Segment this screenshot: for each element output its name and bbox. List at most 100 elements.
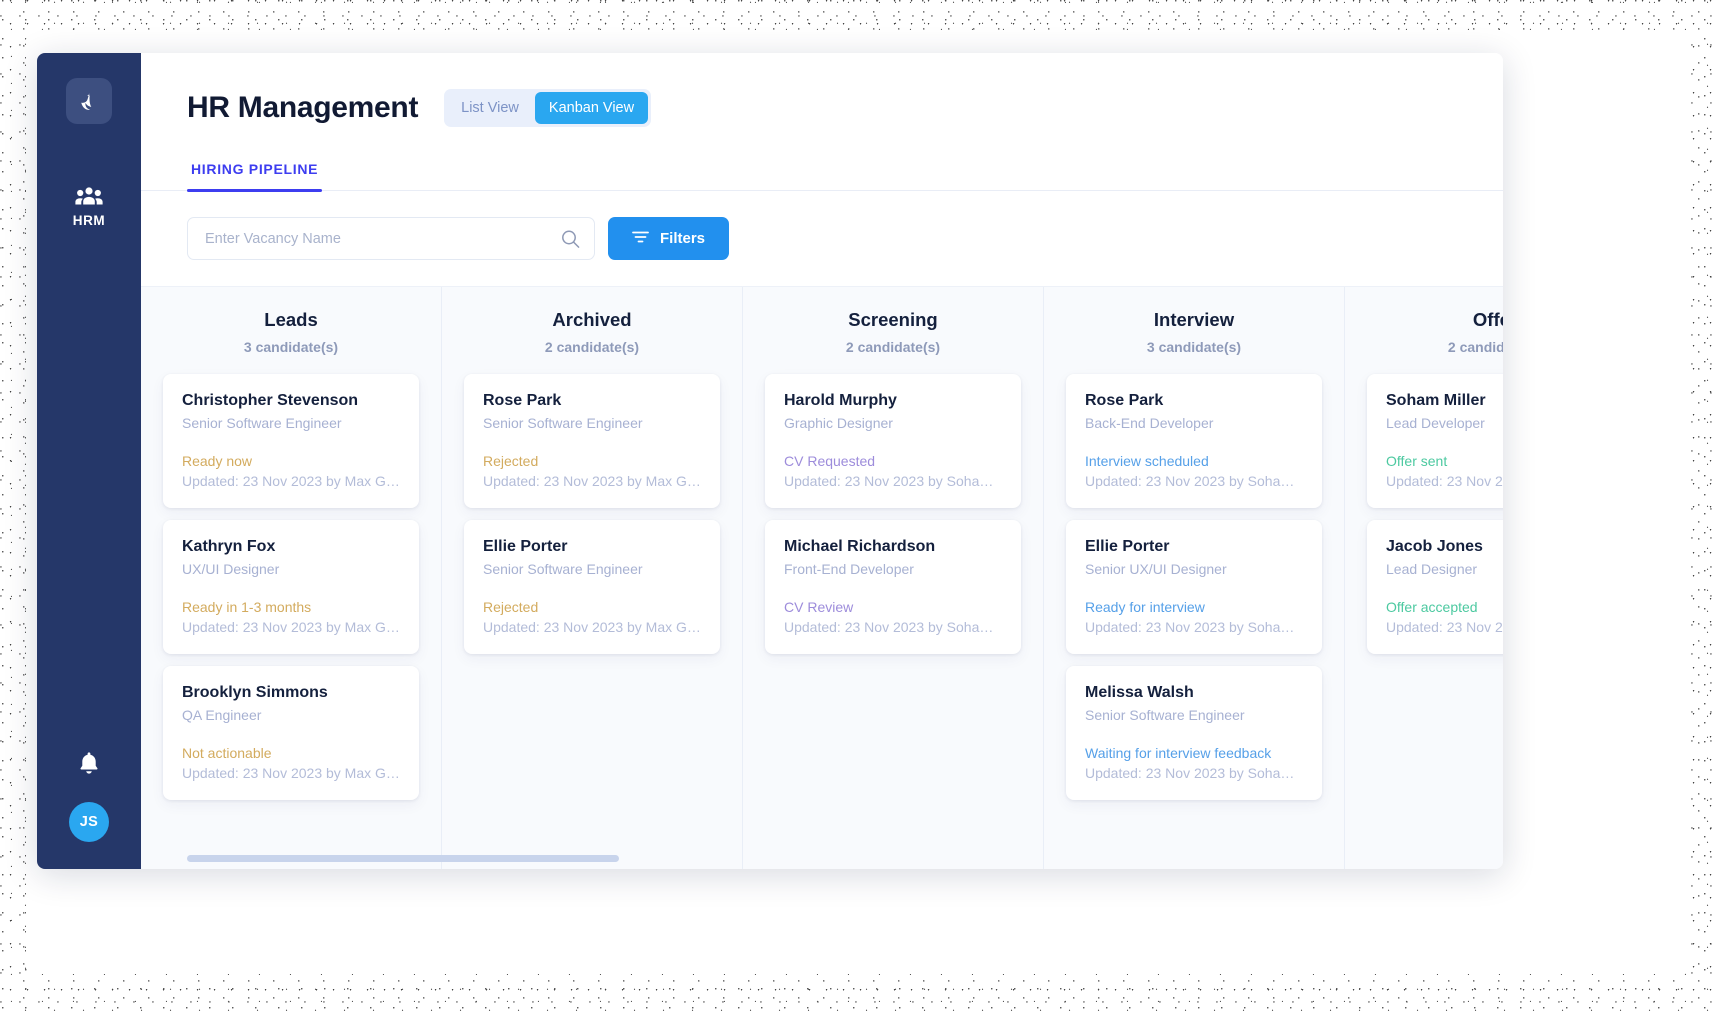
candidate-updated: Updated: 23 Nov 2023 by Soham Mil...	[784, 473, 1002, 489]
kanban-column-title: Screening	[848, 309, 938, 330]
kanban-column-title: Leads	[264, 309, 318, 330]
candidate-name: Jacob Jones	[1386, 538, 1483, 555]
kanban-board: Leads 3 candidate(s) Christopher Stevenson…	[141, 287, 1503, 869]
candidate-role: Senior Software Engineer	[1085, 707, 1245, 723]
candidate-role: Front-End Developer	[784, 561, 914, 577]
kanban-column-title: Offer	[1472, 309, 1503, 330]
kanban-column-header: Offer 2 candidate(s)	[1367, 287, 1503, 355]
candidate-name: Brooklyn Simmons	[182, 684, 328, 701]
candidate-updated: Updated: 23 Nov 2023 by Soham Mil...	[1085, 765, 1303, 781]
brand-logo-button[interactable]	[66, 78, 112, 124]
kanban-column-header: Screening 2 candidate(s)	[765, 287, 1021, 355]
candidate-name: Rose Park	[1085, 392, 1164, 409]
sidebar-item-hrm[interactable]: HRM	[37, 186, 141, 228]
candidate-name: Ellie Porter	[483, 538, 568, 555]
kanban-column: Archived 2 candidate(s) Rose Park Senior So…	[442, 287, 743, 869]
kanban-column-header: Interview 3 candidate(s)	[1066, 287, 1322, 355]
candidate-card[interactable]: Michael Richardson Front-End Developer CV …	[765, 520, 1021, 654]
candidate-status: Ready now	[182, 453, 253, 469]
tab-bar: HIRING PIPELINE	[141, 161, 1503, 192]
candidate-name: Michael Richardson	[784, 538, 936, 555]
sidebar: HRM JS	[37, 53, 141, 869]
candidate-card[interactable]: Kathryn Fox UX/UI Designer Ready in 1-3 mo…	[163, 520, 419, 654]
app-window: HRM JS HR Management List View Kanban Vi…	[37, 53, 1503, 869]
page-header: HR Management List View Kanban View	[141, 53, 1503, 127]
candidate-role: Senior Software Engineer	[483, 561, 643, 577]
candidate-name: Melissa Walsh	[1085, 684, 1194, 701]
filter-bar: Filters	[141, 191, 1503, 286]
kanban-column-header: Archived 2 candidate(s)	[464, 287, 720, 355]
kanban-column-title: Interview	[1153, 309, 1235, 330]
candidate-status: Not actionable	[182, 745, 272, 761]
search-input[interactable]	[187, 217, 595, 260]
kanban-column: Interview 3 candidate(s) Rose Park Back-End…	[1044, 287, 1345, 869]
kanban-card-list: Christopher Stevenson Senior Software Eng…	[163, 374, 419, 800]
screenshot-canvas: HRM JS HR Management List View Kanban Vi…	[0, 0, 1712, 1012]
candidate-status: CV Requested	[784, 453, 876, 469]
candidate-updated: Updated: 23 Nov 2023 by Soham Mil...	[784, 619, 1002, 635]
people-group-icon	[75, 186, 103, 206]
search-icon[interactable]	[561, 229, 580, 248]
filters-button[interactable]: Filters	[608, 217, 730, 260]
kanban-column: Leads 3 candidate(s) Christopher Stevenson…	[141, 287, 442, 869]
candidate-name: Harold Murphy	[784, 392, 897, 409]
kanban-column-count: 2 candidate(s)	[845, 339, 941, 355]
candidate-status: Ready for interview	[1085, 599, 1205, 615]
candidate-updated: Updated: 23 Nov 2023 by Soham Mil...	[1386, 473, 1503, 489]
main-content: HR Management List View Kanban View HIRI…	[141, 53, 1503, 869]
candidate-updated: Updated: 23 Nov 2023 by Max Green	[483, 619, 701, 635]
candidate-status: Rejected	[483, 453, 539, 469]
candidate-role: Graphic Designer	[784, 415, 893, 431]
sidebar-bottom-section: JS	[37, 751, 141, 842]
view-toggle-group: List View Kanban View	[444, 89, 652, 127]
candidate-status: Interview scheduled	[1085, 453, 1209, 469]
candidate-updated: Updated: 23 Nov 2023 by Soham Mil...	[1386, 619, 1503, 635]
candidate-card[interactable]: Christopher Stevenson Senior Software Eng…	[163, 374, 419, 508]
notification-bell-icon[interactable]	[78, 751, 100, 780]
kanban-column-count: 3 candidate(s)	[243, 339, 339, 355]
filters-button-label: Filters	[660, 230, 706, 247]
candidate-role: Lead Designer	[1386, 561, 1478, 577]
candidate-role: Back-End Developer	[1085, 415, 1214, 431]
candidate-status: Rejected	[483, 599, 539, 615]
kanban-board-scroll-area[interactable]: Leads 3 candidate(s) Christopher Stevenson…	[141, 286, 1503, 869]
candidate-card[interactable]: Soham Miller Lead Developer Offer sent Upda…	[1367, 374, 1503, 508]
kanban-column: Screening 2 candidate(s) Harold Murphy Grap…	[743, 287, 1044, 869]
kanban-view-button[interactable]: Kanban View	[534, 92, 649, 124]
page-title: HR Management	[187, 91, 419, 124]
candidate-card[interactable]: Rose Park Back-End Developer Interview sch…	[1066, 374, 1322, 508]
candidate-role: UX/UI Designer	[182, 561, 280, 577]
candidate-updated: Updated: 23 Nov 2023 by Soham Mil...	[1085, 619, 1303, 635]
candidate-status: Offer accepted	[1386, 599, 1478, 615]
brand-logo-icon	[77, 89, 101, 113]
candidate-card[interactable]: Ellie Porter Senior Software Engineer Reje…	[464, 520, 720, 654]
list-view-button[interactable]: List View	[447, 92, 533, 124]
kanban-card-list: Rose Park Senior Software Engineer Rejecte…	[464, 374, 720, 654]
candidate-card[interactable]: Rose Park Senior Software Engineer Rejecte…	[464, 374, 720, 508]
candidate-card[interactable]: Ellie Porter Senior UX/UI Designer Ready f…	[1066, 520, 1322, 654]
candidate-card[interactable]: Brooklyn Simmons QA Engineer Not actionabl…	[163, 666, 419, 800]
candidate-name: Rose Park	[483, 392, 562, 409]
tab-hiring-pipeline[interactable]: HIRING PIPELINE	[187, 161, 323, 192]
candidate-card[interactable]: Jacob Jones Lead Designer Offer accepted Up…	[1367, 520, 1503, 654]
candidate-role: Senior UX/UI Designer	[1085, 561, 1227, 577]
filter-icon	[632, 230, 649, 248]
kanban-column: Offer 2 candidate(s) Soham Miller Lead Deve…	[1345, 287, 1503, 869]
kanban-card-list: Soham Miller Lead Developer Offer sent Upda…	[1367, 374, 1503, 654]
candidate-status: CV Review	[784, 599, 854, 615]
candidate-card[interactable]: Harold Murphy Graphic Designer CV Requeste…	[765, 374, 1021, 508]
avatar[interactable]: JS	[69, 802, 109, 842]
kanban-column-header: Leads 3 candidate(s)	[163, 287, 419, 355]
candidate-role: QA Engineer	[182, 707, 262, 723]
candidate-name: Ellie Porter	[1085, 538, 1170, 555]
kanban-card-list: Rose Park Back-End Developer Interview sch…	[1066, 374, 1322, 800]
candidate-status: Ready in 1-3 months	[182, 599, 312, 615]
candidate-updated: Updated: 23 Nov 2023 by Max Green	[483, 473, 701, 489]
horizontal-scrollbar-thumb[interactable]	[187, 855, 619, 862]
kanban-column-count: 2 candidate(s)	[544, 339, 640, 355]
candidate-card[interactable]: Melissa Walsh Senior Software Engineer Wai…	[1066, 666, 1322, 800]
horizontal-scrollbar-track[interactable]	[141, 855, 1503, 862]
kanban-card-list: Harold Murphy Graphic Designer CV Requeste…	[765, 374, 1021, 654]
candidate-role: Lead Developer	[1386, 415, 1485, 431]
candidate-role: Senior Software Engineer	[483, 415, 643, 431]
